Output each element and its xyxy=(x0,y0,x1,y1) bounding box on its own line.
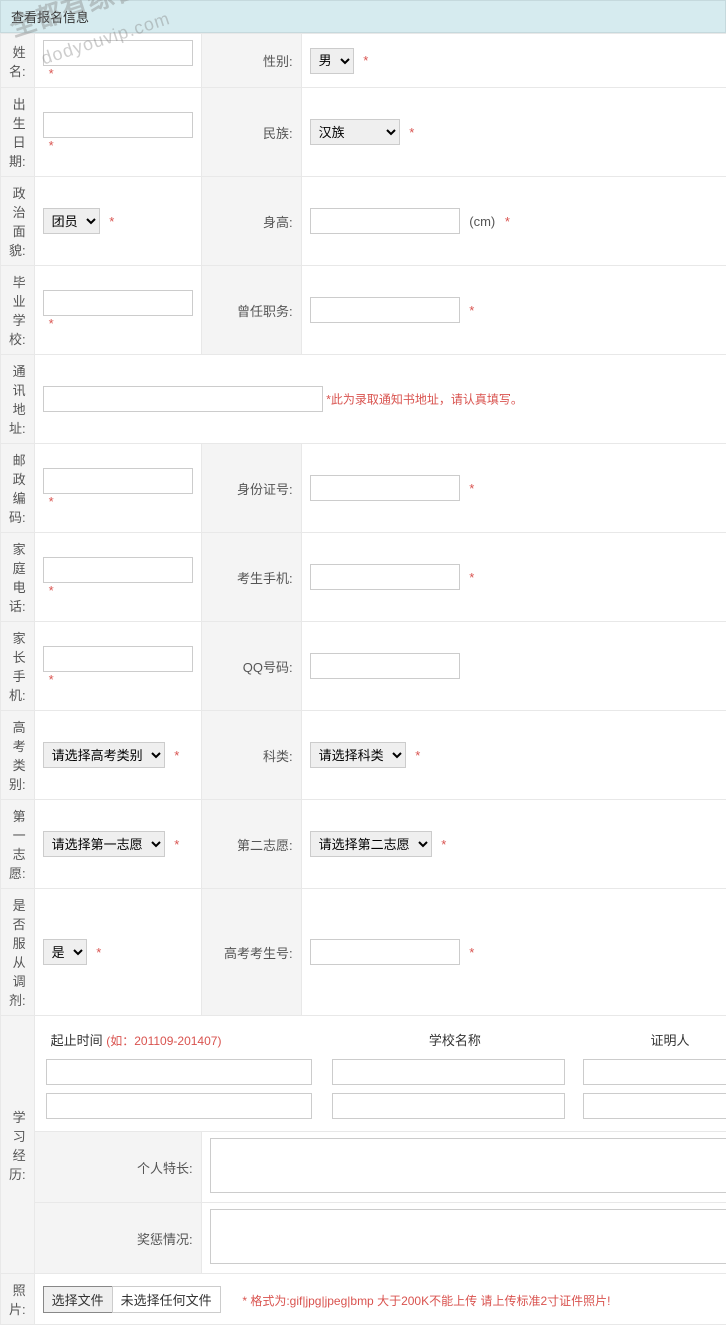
panel-title: 查看报名信息 xyxy=(0,0,726,33)
home-phone-input[interactable] xyxy=(43,557,193,583)
required-mark: * xyxy=(469,303,474,318)
height-input[interactable] xyxy=(310,208,460,234)
history-col-witness: 证明人 xyxy=(580,1024,726,1055)
label-ethnicity: 民族: xyxy=(201,88,301,177)
required-mark: * xyxy=(409,125,414,140)
required-mark: * xyxy=(49,66,54,81)
required-mark: * xyxy=(49,672,54,687)
qq-input[interactable] xyxy=(310,653,460,679)
exam-category-select[interactable]: 请选择高考类别 xyxy=(43,742,165,768)
address-input[interactable] xyxy=(43,386,323,412)
student-mobile-input[interactable] xyxy=(310,564,460,590)
label-birthdate: 出生日期: xyxy=(1,88,35,177)
id-number-input[interactable] xyxy=(310,475,460,501)
history-time-1[interactable] xyxy=(46,1059,313,1085)
second-choice-select[interactable]: 请选择第二志愿 xyxy=(310,831,432,857)
required-mark: * xyxy=(469,570,474,585)
parent-mobile-input[interactable] xyxy=(43,646,193,672)
label-exam-category: 高考类别: xyxy=(1,711,35,800)
label-gender: 性别: xyxy=(201,34,301,88)
required-mark: * xyxy=(109,214,114,229)
subject-category-select[interactable]: 请选择科类 xyxy=(310,742,406,768)
label-qq: QQ号码: xyxy=(201,622,301,711)
required-mark: * xyxy=(415,748,420,763)
history-school-1[interactable] xyxy=(332,1059,565,1085)
required-mark: * xyxy=(49,138,54,153)
label-second-choice: 第二志愿: xyxy=(201,800,301,889)
label-postcode: 邮政编码: xyxy=(1,444,35,533)
label-height: 身高: xyxy=(201,177,301,266)
label-awards: 奖惩情况: xyxy=(34,1203,201,1274)
required-mark: * xyxy=(505,214,510,229)
first-choice-select[interactable]: 请选择第一志愿 xyxy=(43,831,165,857)
label-student-mobile: 考生手机: xyxy=(201,533,301,622)
label-political: 政治面貌: xyxy=(1,177,35,266)
history-time-2[interactable] xyxy=(46,1093,313,1119)
label-photo: 照片: xyxy=(1,1274,35,1325)
history-school-2[interactable] xyxy=(332,1093,565,1119)
name-input[interactable] xyxy=(43,40,193,66)
label-id-number: 身份证号: xyxy=(201,444,301,533)
address-hint: *此为录取通知书地址，请认真填写。 xyxy=(326,393,523,407)
previous-position-input[interactable] xyxy=(310,297,460,323)
history-col-time: 起止时间 (如：201109-201407) xyxy=(43,1024,330,1055)
label-graduate-school: 毕业学校: xyxy=(1,266,35,355)
photo-hint: * 格式为:gif|jpg|jpeg|bmp 大于200K不能上传 请上传标准2… xyxy=(242,1294,610,1308)
required-mark: * xyxy=(469,945,474,960)
label-address: 通讯地址: xyxy=(1,355,35,444)
label-name: 姓名: xyxy=(1,34,35,88)
label-subject-category: 科类: xyxy=(201,711,301,800)
required-mark: * xyxy=(96,945,101,960)
birthdate-input[interactable] xyxy=(43,112,193,138)
awards-textarea[interactable] xyxy=(210,1209,726,1264)
label-personal-strength: 个人特长: xyxy=(34,1132,201,1203)
file-status: 未选择任何文件 xyxy=(112,1286,221,1313)
label-exam-id: 高考考生号: xyxy=(201,889,301,1016)
label-home-phone: 家庭电话: xyxy=(1,533,35,622)
required-mark: * xyxy=(441,837,446,852)
required-mark: * xyxy=(363,53,368,68)
required-mark: * xyxy=(49,494,54,509)
history-col-school: 学校名称 xyxy=(329,1024,580,1055)
required-mark: * xyxy=(174,837,179,852)
required-mark: * xyxy=(469,481,474,496)
label-previous-position: 曾任职务: xyxy=(201,266,301,355)
graduate-school-input[interactable] xyxy=(43,290,193,316)
history-witness-2[interactable] xyxy=(583,1093,726,1119)
ethnicity-select[interactable]: 汉族 xyxy=(310,119,400,145)
exam-id-input[interactable] xyxy=(310,939,460,965)
label-parent-mobile: 家长手机: xyxy=(1,622,35,711)
postcode-input[interactable] xyxy=(43,468,193,494)
required-mark: * xyxy=(49,316,54,331)
height-unit: (cm) xyxy=(469,214,495,229)
registration-form: 姓名: * 性别: 男 * 出生日期: * 民族: 汉族 * 政治面貌: 团员 … xyxy=(0,33,726,1325)
accept-adjust-select[interactable]: 是 xyxy=(43,939,87,965)
required-mark: * xyxy=(49,583,54,598)
choose-file-button[interactable]: 选择文件 xyxy=(43,1286,113,1313)
personal-strength-textarea[interactable] xyxy=(210,1138,726,1193)
label-education-history: 学习经历: xyxy=(1,1016,35,1274)
label-first-choice: 第一志愿: xyxy=(1,800,35,889)
required-mark: * xyxy=(174,748,179,763)
political-select[interactable]: 团员 xyxy=(43,208,100,234)
gender-select[interactable]: 男 xyxy=(310,48,354,74)
history-witness-1[interactable] xyxy=(583,1059,726,1085)
label-accept-adjust: 是否服从调剂: xyxy=(1,889,35,1016)
